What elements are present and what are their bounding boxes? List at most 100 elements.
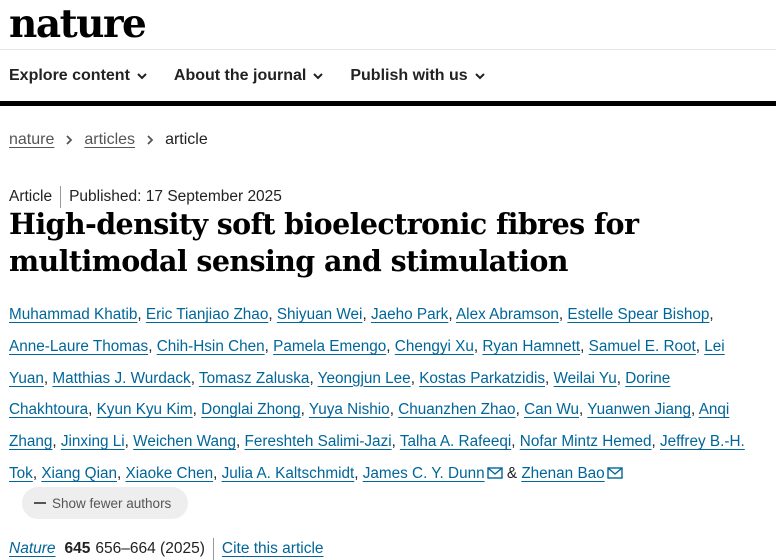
citation-line: Nature 645 656–664 (2025) Cite this arti…	[9, 538, 324, 560]
author-link[interactable]: Xiaoke Chen	[126, 465, 214, 482]
author-separator: ,	[52, 433, 57, 451]
chevron-right-icon	[147, 135, 154, 145]
nav-about-journal[interactable]: About the journal	[174, 67, 324, 85]
author-separator: ,	[391, 433, 396, 451]
author-link[interactable]: Fereshteh Salimi-Jazi	[245, 433, 392, 450]
author-separator: ,	[389, 401, 394, 419]
author-separator: ,	[268, 306, 273, 323]
author-separator: ,	[300, 401, 305, 419]
author-separator: ,	[354, 464, 359, 482]
show-fewer-authors-button[interactable]: Show fewer authors	[22, 487, 188, 519]
author-separator: ,	[545, 369, 550, 387]
author-list: Muhammad Khatib, Eric Tianjiao Zhao, Shi…	[9, 299, 754, 490]
author-separator: ,	[579, 401, 584, 419]
author-link[interactable]: Ryan Hamnett	[482, 338, 580, 355]
author-separator: ,	[264, 337, 269, 355]
email-icon[interactable]	[606, 459, 623, 479]
author-link[interactable]: Chengyi Xu	[395, 338, 474, 355]
volume-number: 645	[64, 540, 91, 557]
article-title: High-density soft bioelectronic fibres f…	[9, 207, 639, 278]
nav-item-label: About the journal	[173, 66, 307, 84]
site-header: nature	[0, 0, 776, 50]
author-separator: ,	[386, 337, 391, 355]
nature-logo[interactable]: nature	[9, 2, 147, 46]
author-link[interactable]: Estelle Spear Bishop	[567, 306, 709, 323]
author-link[interactable]: Tomasz Zaluska	[199, 370, 310, 387]
breadcrumb-articles-link[interactable]: articles	[84, 131, 135, 149]
breadcrumb-home-link[interactable]: nature	[9, 131, 54, 149]
author-separator: ,	[511, 433, 516, 451]
author-separator: ,	[448, 306, 453, 323]
author-separator: ,	[117, 464, 122, 482]
author-link[interactable]: Weilai Yu	[554, 370, 617, 387]
author-separator: ,	[148, 337, 153, 355]
main-nav: Explore content About the journal Publis…	[0, 50, 776, 106]
author-link[interactable]: Julia A. Kaltschmidt	[222, 465, 355, 482]
author-link[interactable]: Matthias J. Wurdack	[52, 370, 190, 387]
author-separator: ,	[88, 401, 93, 419]
citation-divider	[212, 538, 214, 560]
author-link[interactable]: Yeongjun Lee	[318, 370, 411, 387]
author-link[interactable]: Shiyuan Wei	[277, 306, 363, 323]
author-link[interactable]: Weichen Wang	[133, 433, 236, 450]
author-separator: ,	[695, 337, 701, 355]
author-separator: ,	[616, 369, 621, 387]
author-separator: ,	[580, 337, 585, 355]
article-meta: Article Published: 17 September 2025	[9, 186, 282, 208]
author-separator: ,	[190, 369, 195, 387]
author-link[interactable]: Pamela Emengo	[273, 338, 386, 355]
nav-item-label: Explore content	[9, 66, 130, 84]
author-separator: ,	[137, 306, 142, 323]
author-separator: ,	[651, 433, 656, 451]
author-link[interactable]: Can Wu	[524, 401, 579, 418]
author-separator: ,	[515, 401, 520, 419]
journal-link[interactable]: Nature	[9, 540, 56, 558]
author-link[interactable]: Talha A. Rafeeqi	[400, 433, 511, 450]
nav-publish-with-us[interactable]: Publish with us	[350, 67, 485, 85]
author-link[interactable]: Kyun Kyu Kim	[97, 401, 193, 418]
author-link[interactable]: Xiang Qian	[41, 465, 117, 482]
author-link[interactable]: Chuanzhen Zhao	[398, 401, 515, 418]
author-separator: ,	[558, 306, 564, 323]
pages-year: 656–664 (2025)	[95, 540, 205, 557]
author-separator: ,	[410, 369, 415, 387]
author-link[interactable]: Alex Abramson	[456, 306, 559, 323]
author-separator: ,	[236, 433, 241, 451]
author-link[interactable]: Jaeho Park	[371, 306, 448, 323]
author-separator: ,	[691, 401, 696, 419]
author-separator: ,	[124, 433, 129, 451]
author-link[interactable]: Zhenan Bao	[521, 465, 604, 482]
nav-item-label: Publish with us	[350, 66, 468, 84]
author-link[interactable]: Samuel E. Root	[589, 338, 696, 355]
show-fewer-label: Show fewer authors	[52, 495, 172, 511]
chevron-down-icon	[137, 72, 147, 79]
author-link[interactable]: Kostas Parkatzidis	[419, 370, 545, 387]
author-link[interactable]: Chih-Hsin Chen	[157, 338, 265, 355]
author-ampersand: &	[506, 464, 518, 482]
article-type: Article	[9, 188, 53, 205]
author-link[interactable]: Yuanwen Jiang	[587, 401, 691, 418]
author-separator: ,	[213, 464, 218, 482]
author-separator: ,	[192, 401, 197, 419]
author-link[interactable]: Nofar Mintz Hemed	[520, 433, 652, 450]
chevron-right-icon	[66, 135, 73, 145]
author-link[interactable]: Eric Tianjiao Zhao	[146, 306, 268, 323]
author-separator: ,	[362, 306, 367, 323]
breadcrumb: nature articles article	[9, 131, 208, 149]
author-separator: ,	[43, 369, 49, 387]
cite-this-article-link[interactable]: Cite this article	[222, 540, 324, 558]
meta-divider	[60, 186, 62, 208]
author-separator: ,	[709, 306, 714, 323]
minus-icon	[34, 502, 46, 504]
author-link[interactable]: Donglai Zhong	[201, 401, 301, 418]
author-separator: ,	[473, 337, 479, 355]
author-link[interactable]: James C. Y. Dunn	[363, 465, 485, 482]
email-icon[interactable]	[486, 459, 503, 479]
author-link[interactable]: Yuya Nishio	[309, 401, 390, 418]
author-link[interactable]: Muhammad Khatib	[9, 306, 137, 323]
author-link[interactable]: Jinxing Li	[61, 433, 125, 450]
author-link[interactable]: Anne-Laure Thomas	[9, 338, 148, 355]
nav-explore-content[interactable]: Explore content	[9, 67, 148, 85]
published-date: Published: 17 September 2025	[69, 188, 282, 205]
author-separator: ,	[309, 369, 314, 387]
